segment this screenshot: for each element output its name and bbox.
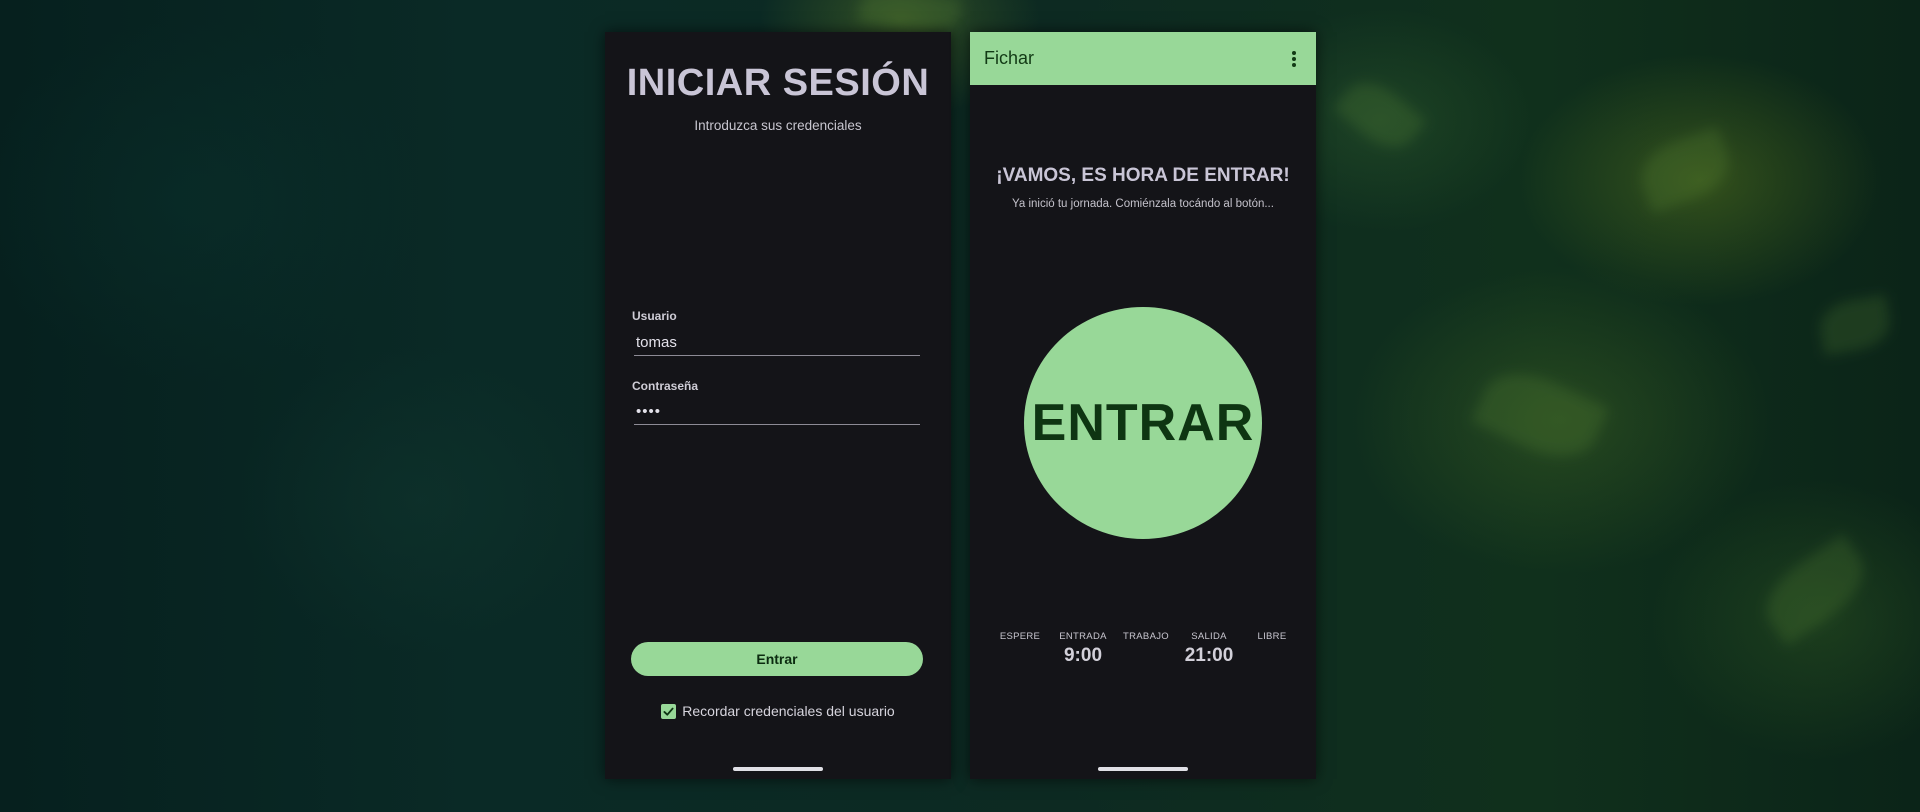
schedule-time xyxy=(992,645,1048,667)
password-label: Contraseña xyxy=(632,379,699,393)
status-subline: Ya inició tu jornada. Comiénzala tocándo… xyxy=(1012,198,1274,210)
schedule-time xyxy=(1118,645,1174,667)
app-bar-title: Fichar xyxy=(984,48,1035,68)
background-leaf xyxy=(1470,357,1610,473)
schedule-item-salida: SALIDA 21:00 xyxy=(1181,631,1237,667)
password-input[interactable] xyxy=(634,399,920,425)
background-leaf xyxy=(1632,126,1738,214)
background-leaf xyxy=(1752,533,1878,647)
schedule-item-trabajo: TRABAJO xyxy=(1118,631,1174,667)
remember-checkbox[interactable] xyxy=(661,703,677,719)
remember-credentials[interactable]: Recordar credenciales del usuario xyxy=(605,703,951,719)
schedule-summary: ESPERE ENTRADA 9:00 TRABAJO SALIDA 21:00… xyxy=(992,631,1300,667)
schedule-label: ESPERE xyxy=(999,631,1041,642)
schedule-label: LIBRE xyxy=(1257,631,1287,642)
home-indicator[interactable] xyxy=(1098,767,1188,771)
status-headline: ¡VAMOS, ES HORA DE ENTRAR! xyxy=(996,165,1290,186)
background-leaf xyxy=(1816,294,1894,356)
login-button[interactable]: Entrar xyxy=(631,642,923,676)
login-screen: INICIAR SESIÓN Introduzca sus credencial… xyxy=(605,32,951,779)
schedule-time xyxy=(1244,645,1300,667)
home-indicator[interactable] xyxy=(733,767,823,771)
username-label: Usuario xyxy=(632,309,677,323)
app-bar: Fichar xyxy=(970,32,1316,85)
more-vert-icon xyxy=(1292,50,1296,67)
remember-label: Recordar credenciales del usuario xyxy=(682,703,895,719)
schedule-time: 9:00 xyxy=(1063,645,1103,666)
schedule-item-libre: LIBRE xyxy=(1244,631,1300,667)
schedule-label: SALIDA xyxy=(1191,631,1227,642)
schedule-label: ENTRADA xyxy=(1059,631,1107,642)
clock-in-button[interactable]: ENTRAR xyxy=(1024,307,1262,539)
username-input[interactable] xyxy=(634,330,920,356)
page-subtitle: Introduzca sus credenciales xyxy=(694,118,862,133)
schedule-time: 21:00 xyxy=(1184,645,1234,666)
check-icon xyxy=(663,707,674,716)
schedule-item-entrada: ENTRADA 9:00 xyxy=(1055,631,1111,667)
schedule-label: TRABAJO xyxy=(1123,631,1169,642)
schedule-item-espere: ESPERE xyxy=(992,631,1048,667)
overflow-menu-button[interactable] xyxy=(1282,44,1306,74)
punch-screen: Fichar ¡VAMOS, ES HORA DE ENTRAR! Ya ini… xyxy=(970,32,1316,779)
page-title: INICIAR SESIÓN xyxy=(626,62,930,104)
background-leaf xyxy=(1333,70,1427,160)
